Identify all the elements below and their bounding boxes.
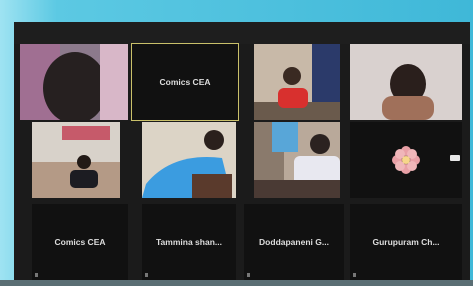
meeting-window: Comics CEA Comics CEA Tammina shan... Do… <box>14 22 470 286</box>
participant-tile-2[interactable]: Comics CEA <box>131 43 239 121</box>
participant-video-7 <box>254 122 340 198</box>
top-bar <box>14 22 470 44</box>
participant-name: Doddapaneni G... <box>259 237 329 247</box>
participant-tile-6[interactable] <box>142 122 236 198</box>
participant-video-4 <box>350 44 462 120</box>
participant-video-6 <box>142 122 236 198</box>
mic-muted-icon <box>353 273 356 277</box>
participant-tile-11[interactable]: Doddapaneni G... <box>244 204 344 280</box>
more-options-button[interactable] <box>450 155 460 162</box>
participant-tile-7[interactable] <box>254 122 340 198</box>
participant-tile-1[interactable] <box>20 44 128 120</box>
mic-muted-icon <box>145 273 148 277</box>
taskbar-strip <box>0 280 473 286</box>
participant-name: Gurupuram Ch... <box>372 237 440 247</box>
participant-video-5 <box>32 122 120 198</box>
participant-tile-5[interactable] <box>32 122 120 198</box>
flower-avatar-icon <box>392 146 420 174</box>
participant-tile-10[interactable]: Tammina shan... <box>142 204 236 280</box>
participant-tile-8[interactable] <box>350 122 462 198</box>
participant-name: Comics CEA <box>159 77 211 87</box>
mic-muted-icon <box>247 273 250 277</box>
participant-tile-9[interactable]: Comics CEA <box>32 204 128 280</box>
participant-tile-4[interactable] <box>350 44 462 120</box>
participant-name: Tammina shan... <box>156 237 222 247</box>
participant-name: Comics CEA <box>54 237 106 247</box>
participant-tile-12[interactable]: Gurupuram Ch... <box>350 204 462 280</box>
participant-tile-3[interactable] <box>254 44 340 120</box>
participant-video-3 <box>254 44 340 120</box>
mic-muted-icon <box>35 273 38 277</box>
participant-video-1 <box>20 44 128 120</box>
